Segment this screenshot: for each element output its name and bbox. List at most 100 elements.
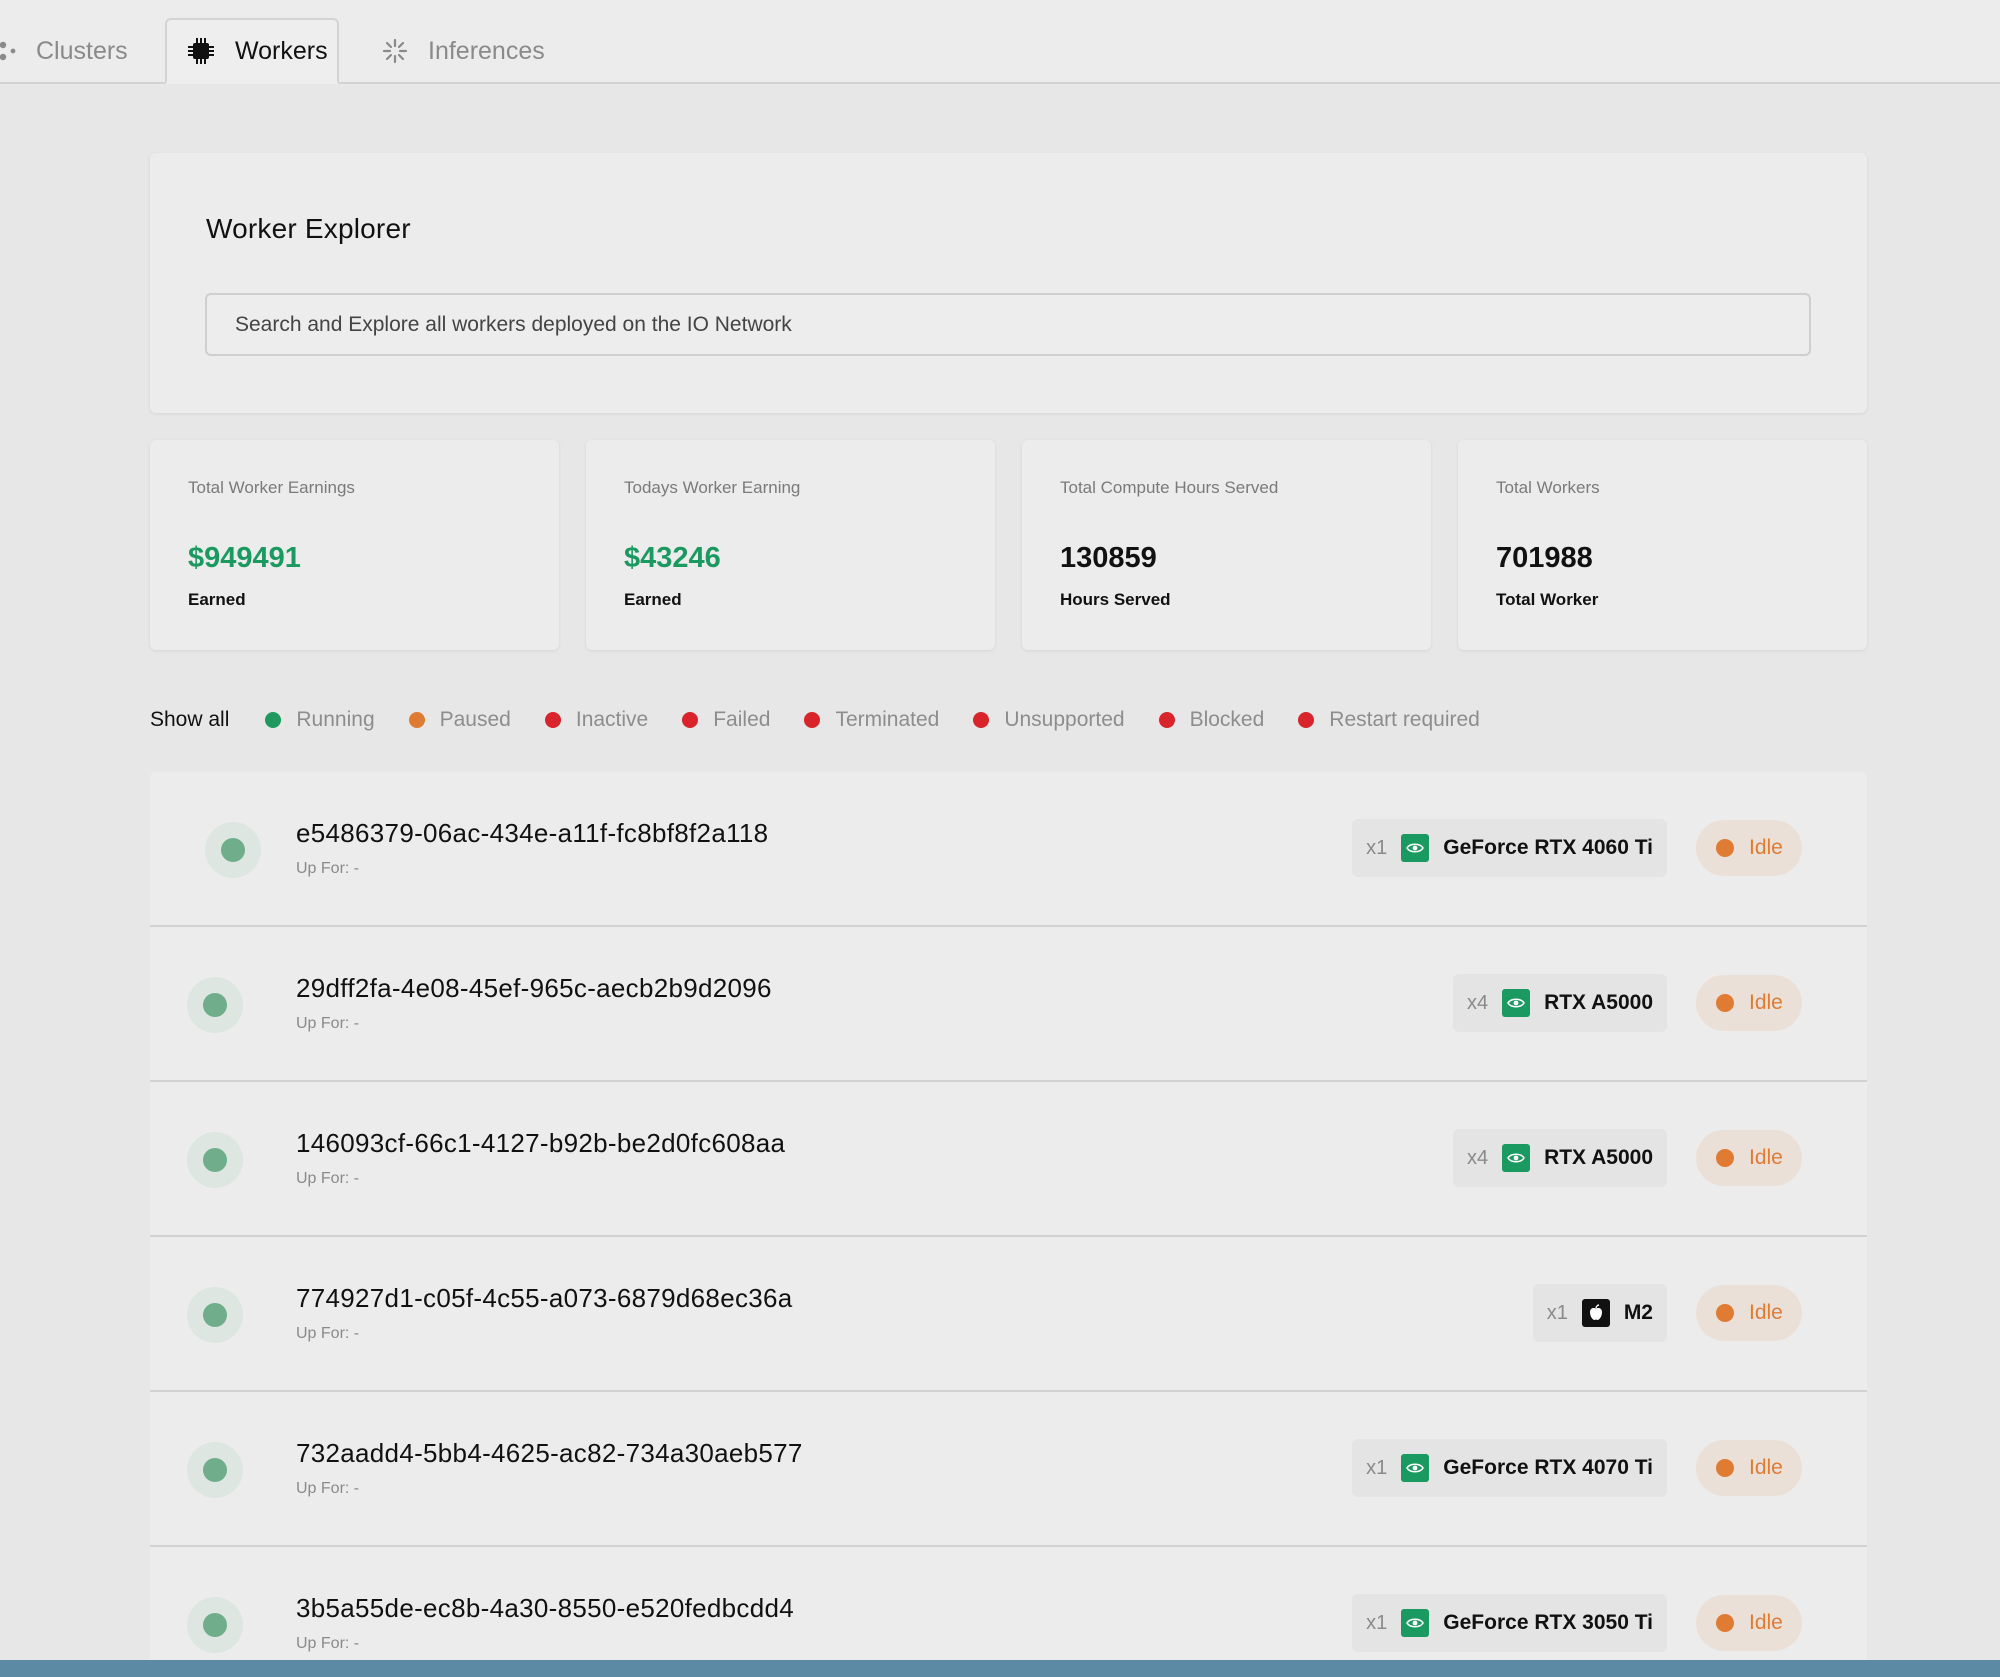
status-badge: Idle <box>1696 820 1802 876</box>
worker-id: 29dff2fa-4e08-45ef-965c-aecb2b9d2096 <box>296 973 772 1003</box>
filter-label: Blocked <box>1189 708 1265 731</box>
stat-value: $43246 <box>624 542 721 574</box>
bottom-bar <box>0 1660 2000 1677</box>
status-badge: Idle <box>1696 1285 1802 1341</box>
worker-uptime: Up For: - <box>296 860 360 877</box>
stat-sub: Hours Served <box>1060 590 1171 609</box>
tab-bar: Clusters Workers Inferences <box>0 0 2000 84</box>
nvidia-icon <box>1401 1454 1430 1482</box>
worker-status-indicator <box>187 1442 243 1498</box>
status-badge: Idle <box>1696 975 1802 1031</box>
filter-terminated[interactable]: Terminated <box>804 708 939 732</box>
status-badge: Idle <box>1696 1595 1802 1651</box>
stat-value: 130859 <box>1060 542 1157 574</box>
stat-label: Todays Worker Earning <box>624 478 801 497</box>
status-label: Idle <box>1749 1456 1783 1479</box>
worker-status-indicator <box>187 1597 243 1653</box>
stat-card-todays-earning: Todays Worker Earning $43246 Earned <box>586 440 995 650</box>
tab-workers[interactable]: Workers <box>165 18 339 84</box>
worker-status-indicator <box>187 1287 243 1343</box>
clusters-icon <box>0 41 16 61</box>
status-dot <box>1716 839 1734 857</box>
worker-status-indicator <box>205 822 261 878</box>
stat-card-compute-hours: Total Compute Hours Served 130859 Hours … <box>1022 440 1431 650</box>
stat-label: Total Compute Hours Served <box>1060 478 1279 497</box>
gpu-count: x1 <box>1366 1611 1388 1634</box>
gpu-name: RTX A5000 <box>1544 1146 1653 1169</box>
tab-label: Inferences <box>428 36 545 65</box>
filter-restart-required[interactable]: Restart required <box>1298 708 1480 732</box>
gpu-badge: x4 RTX A5000 <box>1452 974 1667 1032</box>
status-dot <box>408 712 425 728</box>
tab-clusters[interactable]: Clusters <box>0 18 160 84</box>
gpu-badge: x1 M2 <box>1532 1284 1667 1342</box>
status-dot <box>1716 1459 1734 1477</box>
nvidia-icon <box>1502 1144 1531 1172</box>
tab-inferences[interactable]: Inferences <box>382 18 562 84</box>
filter-label: Terminated <box>835 708 940 731</box>
filter-failed[interactable]: Failed <box>682 708 770 732</box>
status-dot <box>1716 1304 1734 1322</box>
sparkle-icon <box>382 38 408 64</box>
stat-sub: Earned <box>624 590 682 609</box>
status-dot <box>1716 1614 1734 1632</box>
worker-status-indicator <box>187 1132 243 1188</box>
filter-inactive[interactable]: Inactive <box>544 708 649 732</box>
gpu-badge: x1 GeForce RTX 3050 Ti <box>1352 1594 1667 1652</box>
gpu-count: x4 <box>1466 1146 1489 1169</box>
worker-id: 774927d1-c05f-4c55-a073-6879d68ec36a <box>296 1283 793 1313</box>
worker-id: 732aadd4-5bb4-4625-ac82-734a30aeb577 <box>296 1438 803 1468</box>
apple-icon <box>1581 1299 1610 1327</box>
gpu-name: RTX A5000 <box>1544 991 1653 1014</box>
gpu-name: M2 <box>1623 1301 1653 1324</box>
gpu-count: x4 <box>1466 991 1489 1014</box>
status-dot <box>682 712 699 728</box>
filter-label: Paused <box>439 708 511 731</box>
tab-label: Workers <box>235 36 328 65</box>
search-input[interactable] <box>205 293 1811 356</box>
worker-id: e5486379-06ac-434e-a11f-fc8bf8f2a118 <box>296 818 769 848</box>
filter-show-all[interactable]: Show all <box>150 708 229 732</box>
filter-label: Unsupported <box>1004 708 1125 731</box>
gpu-count: x1 <box>1546 1301 1568 1324</box>
worker-row[interactable]: e5486379-06ac-434e-a11f-fc8bf8f2a118 Up … <box>150 772 1867 927</box>
filter-blocked[interactable]: Blocked <box>1158 708 1265 732</box>
nvidia-icon <box>1401 1609 1430 1637</box>
worker-row[interactable]: 732aadd4-5bb4-4625-ac82-734a30aeb577 Up … <box>150 1392 1867 1547</box>
status-filters: Show all Running Paused Inactive Failed … <box>150 704 1514 736</box>
filter-label: Inactive <box>575 708 649 731</box>
worker-uptime: Up For: - <box>296 1480 360 1497</box>
worker-row[interactable]: 146093cf-66c1-4127-b92b-be2d0fc608aa Up … <box>150 1082 1867 1237</box>
worker-row[interactable]: 29dff2fa-4e08-45ef-965c-aecb2b9d2096 Up … <box>150 927 1867 1082</box>
gpu-name: GeForce RTX 3050 Ti <box>1443 1611 1653 1634</box>
status-label: Idle <box>1749 991 1783 1014</box>
filter-unsupported[interactable]: Unsupported <box>973 708 1125 732</box>
status-dot <box>1158 712 1175 728</box>
stat-card-total-earnings: Total Worker Earnings $949491 Earned <box>150 440 559 650</box>
filter-paused[interactable]: Paused <box>408 708 511 732</box>
filter-running[interactable]: Running <box>265 708 375 732</box>
worker-list: e5486379-06ac-434e-a11f-fc8bf8f2a118 Up … <box>150 772 1867 1677</box>
stat-card-total-workers: Total Workers 701988 Total Worker <box>1458 440 1867 650</box>
chip-icon <box>188 38 214 64</box>
status-dot <box>1298 712 1315 728</box>
filter-label: Failed <box>713 708 771 731</box>
worker-row[interactable]: 774927d1-c05f-4c55-a073-6879d68ec36a Up … <box>150 1237 1867 1392</box>
gpu-badge: x1 GeForce RTX 4060 Ti <box>1352 819 1667 877</box>
status-dot <box>1716 994 1734 1012</box>
worker-uptime: Up For: - <box>296 1325 360 1342</box>
worker-id: 3b5a55de-ec8b-4a30-8550-e520fedbcdd4 <box>296 1593 794 1623</box>
tab-label: Clusters <box>36 36 128 65</box>
worker-uptime: Up For: - <box>296 1015 360 1032</box>
status-label: Idle <box>1749 1611 1783 1634</box>
worker-row[interactable]: 3b5a55de-ec8b-4a30-8550-e520fedbcdd4 Up … <box>150 1547 1867 1677</box>
status-dot <box>1716 1149 1734 1167</box>
gpu-count: x1 <box>1366 836 1388 859</box>
stat-sub: Total Worker <box>1496 590 1599 609</box>
status-badge: Idle <box>1696 1440 1802 1496</box>
stat-sub: Earned <box>188 590 246 609</box>
status-dot <box>544 712 561 728</box>
status-label: Idle <box>1749 1301 1783 1324</box>
page-title: Worker Explorer <box>206 213 411 244</box>
gpu-badge: x1 GeForce RTX 4070 Ti <box>1352 1439 1667 1497</box>
